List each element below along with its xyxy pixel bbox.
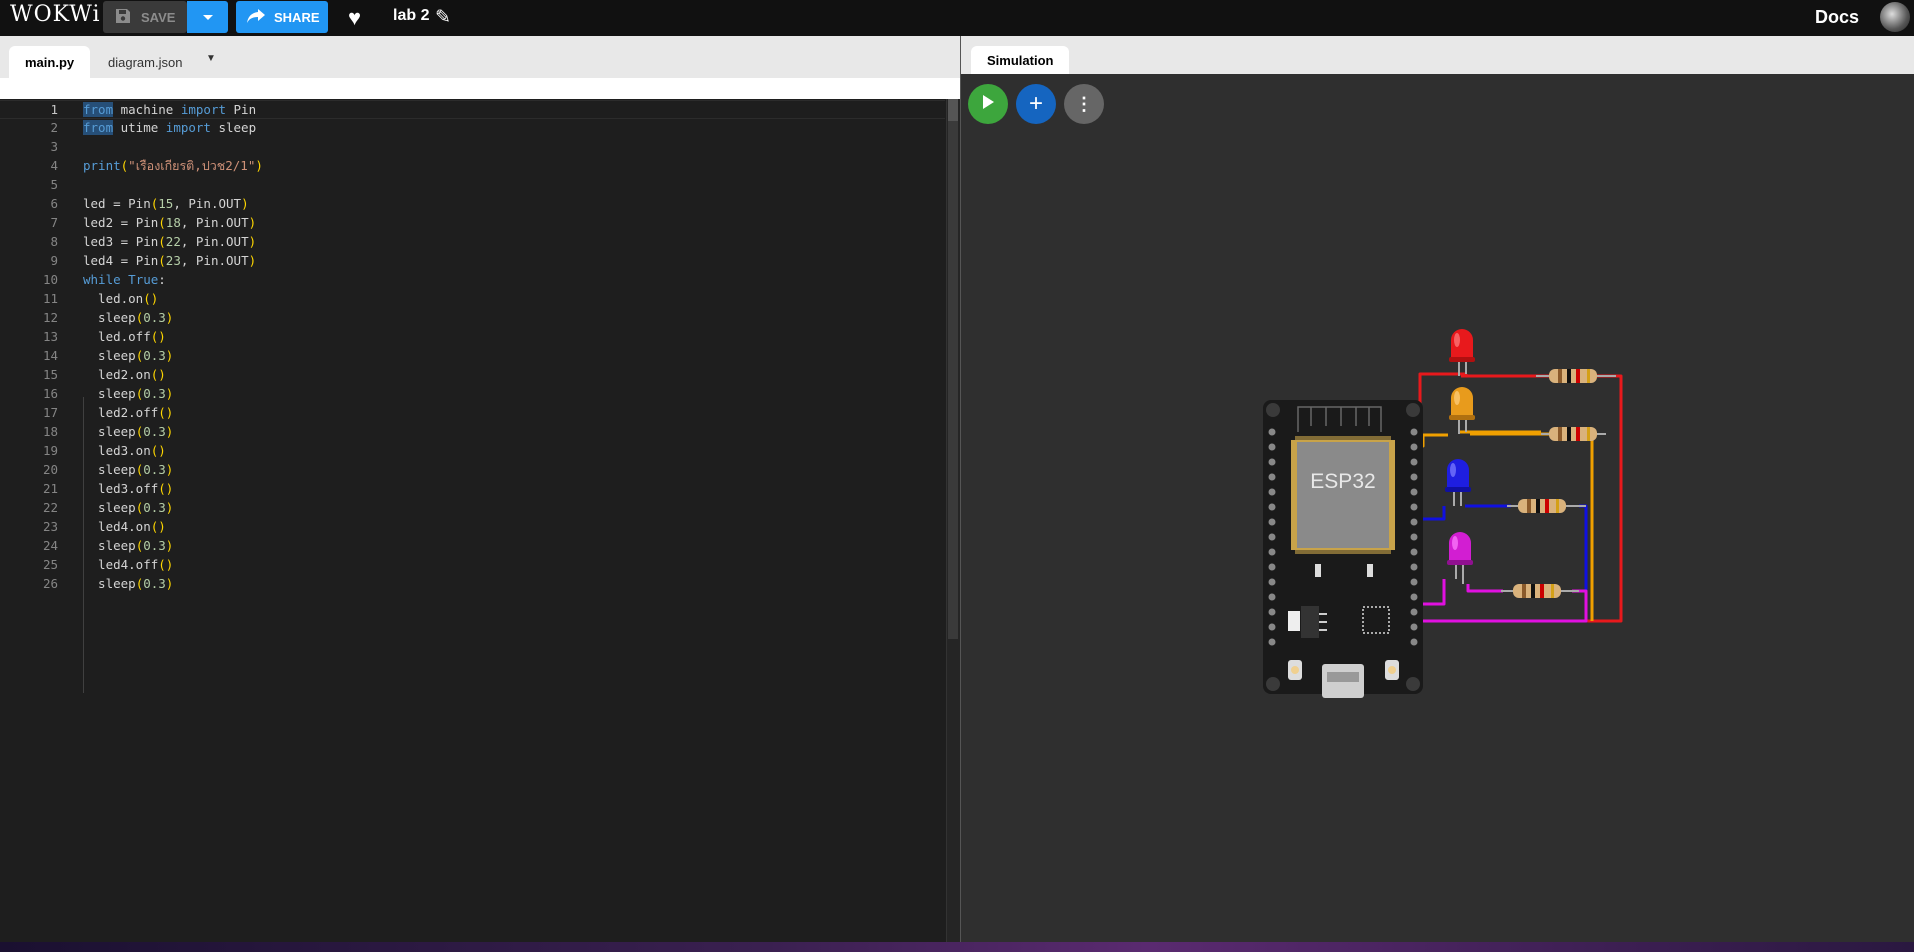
led-magenta[interactable] [1447, 532, 1473, 584]
code-editor[interactable]: 1 from machine import Pin 2 from utime imp… [0, 99, 961, 942]
share-icon [246, 8, 266, 27]
resistor-4[interactable] [1501, 584, 1579, 598]
resistor-2[interactable] [1541, 427, 1606, 441]
resistor-3[interactable] [1507, 499, 1586, 513]
led-red[interactable] [1449, 329, 1475, 376]
heart-icon[interactable]: ♥ [348, 5, 361, 31]
code-line[interactable]: 13 led.off() [0, 327, 945, 346]
resistors [1501, 369, 1616, 598]
editor-scrollbar-thumb[interactable] [948, 99, 958, 639]
code-line[interactable]: 7 led2 = Pin(18, Pin.OUT) [0, 213, 945, 232]
project-name[interactable]: lab 2 [393, 7, 429, 25]
code-line[interactable]: 18 sleep(0.3) [0, 422, 945, 441]
wire-magenta[interactable] [1411, 579, 1588, 623]
code-line[interactable]: 4 print("เรืองเกียรติ,ปวช2/1") [0, 156, 945, 175]
led-blue[interactable] [1445, 459, 1471, 506]
chevron-down-icon [202, 10, 214, 25]
circuit-diagram: ESP32 [1263, 329, 1623, 698]
leds [1445, 329, 1475, 584]
tab-simulation[interactable]: Simulation [971, 46, 1070, 74]
save-icon [115, 8, 131, 27]
avatar[interactable] [1880, 2, 1910, 32]
code-line[interactable]: 5 [0, 175, 945, 194]
code-line[interactable]: 19 led3.on() [0, 441, 945, 460]
esp32-board[interactable]: ESP32 [1263, 400, 1423, 698]
code-line[interactable]: 2 from utime import sleep [0, 118, 945, 137]
editor-tabs: main.py diagram.json ▼ [0, 36, 960, 78]
wire-orange[interactable] [1411, 432, 1594, 621]
tab-main-py[interactable]: main.py [9, 46, 91, 78]
taskbar-strip [0, 942, 1914, 952]
code-line[interactable]: 16 sleep(0.3) [0, 384, 945, 403]
led-orange[interactable] [1449, 387, 1475, 434]
board-pins-left [1268, 428, 1276, 646]
save-dropdown-button[interactable] [187, 1, 228, 33]
save-label: SAVE [141, 9, 176, 25]
code-line[interactable]: 11 led.on() [0, 289, 945, 308]
code-line[interactable]: 22 sleep(0.3) [0, 498, 945, 517]
save-button[interactable]: SAVE [103, 1, 187, 33]
esp32-label: ESP32 [1310, 470, 1375, 493]
code-line[interactable]: 26 sleep(0.3) [0, 574, 945, 593]
editor-top-strip [0, 78, 960, 99]
code-line[interactable]: 3 [0, 137, 945, 156]
code-line[interactable]: 23 led4.on() [0, 517, 945, 536]
code-line[interactable]: 15 led2.on() [0, 365, 945, 384]
code-line[interactable]: 12 sleep(0.3) [0, 308, 945, 327]
wires [1411, 372, 1623, 623]
pencil-icon[interactable]: ✎ [435, 6, 451, 29]
code-line[interactable]: 21 led3.off() [0, 479, 945, 498]
code-line[interactable]: 20 sleep(0.3) [0, 460, 945, 479]
simulation-tabs: Simulation [961, 36, 1914, 74]
code-line[interactable]: 24 sleep(0.3) [0, 536, 945, 555]
code-line[interactable]: 9 led4 = Pin(23, Pin.OUT) [0, 251, 945, 270]
docs-link[interactable]: Docs [1815, 7, 1859, 28]
top-bar: WOKWi SAVE SHARE ♥ lab 2 ✎ Docs [0, 0, 1914, 36]
code-line[interactable]: 1 from machine import Pin [0, 100, 945, 119]
tab-diagram-json[interactable]: diagram.json [92, 46, 198, 78]
share-button[interactable]: SHARE [236, 1, 328, 33]
code-line[interactable]: 8 led3 = Pin(22, Pin.OUT) [0, 232, 945, 251]
scrollbar-cursor-marker [948, 99, 958, 121]
code-line[interactable]: 6 led = Pin(15, Pin.OUT) [0, 194, 945, 213]
tab-menu-chevron-icon[interactable]: ▼ [206, 53, 216, 64]
board-pins-right [1410, 428, 1418, 646]
code-line[interactable]: 17 led2.off() [0, 403, 945, 422]
simulation-canvas[interactable]: + ⋮ ESP32 [961, 74, 1914, 942]
resistor-1[interactable] [1536, 369, 1616, 383]
code-line[interactable]: 10 while True: [0, 270, 945, 289]
code-line[interactable]: 14 sleep(0.3) [0, 346, 945, 365]
share-label: SHARE [274, 9, 320, 25]
code-line[interactable]: 25 led4.off() [0, 555, 945, 574]
wokwi-logo[interactable]: WOKWi [10, 2, 101, 27]
